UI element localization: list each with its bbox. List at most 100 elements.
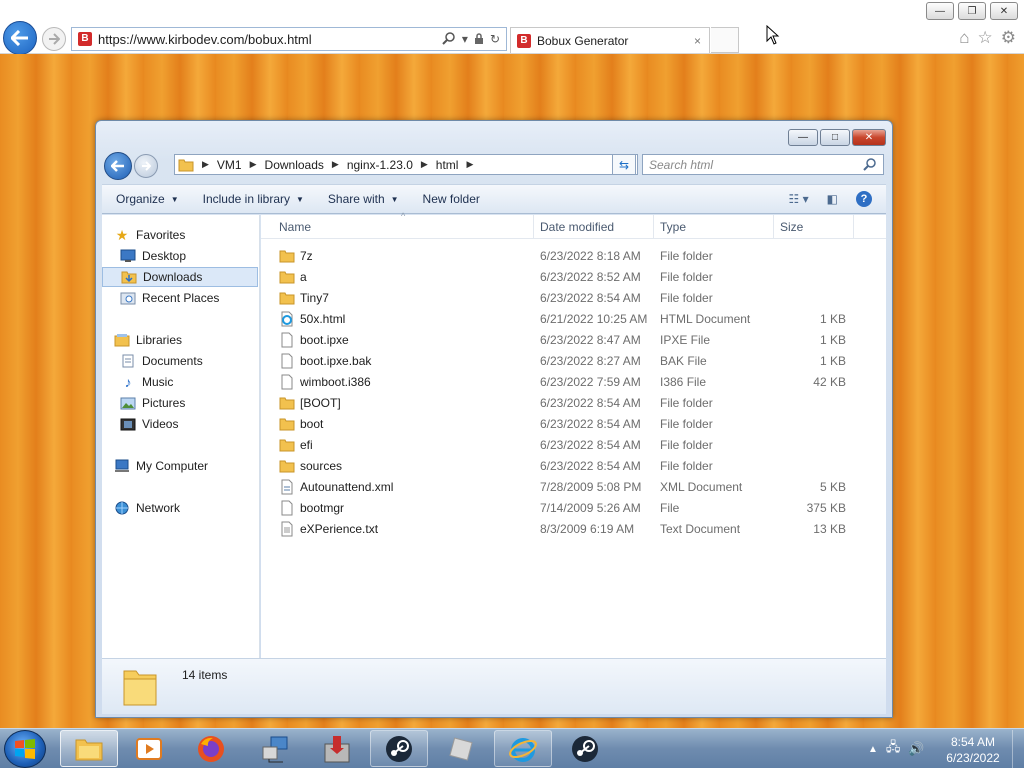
file-row[interactable]: boot.ipxe.bak 6/23/2022 8:27 AM BAK File 1 … xyxy=(261,351,886,372)
breadcrumb-item[interactable]: nginx-1.23.0 xyxy=(347,158,413,172)
help-icon[interactable]: ? xyxy=(856,191,872,207)
file-row[interactable]: 7z 6/23/2022 8:18 AM File folder xyxy=(261,246,886,267)
file-type: File folder xyxy=(660,459,713,473)
nav-my-computer[interactable]: My Computer xyxy=(102,456,258,476)
file-row[interactable]: wimboot.i386 6/23/2022 7:59 AM I386 File 42… xyxy=(261,372,886,393)
breadcrumb-item[interactable]: VM1 xyxy=(217,158,242,172)
show-desktop-button[interactable] xyxy=(1012,730,1024,768)
breadcrumb-item[interactable]: html xyxy=(436,158,459,172)
explorer-forward-button[interactable] xyxy=(134,154,158,178)
explorer-minimize-button[interactable]: — xyxy=(788,129,818,146)
pictures-icon xyxy=(120,395,136,411)
file-row[interactable]: sources 6/23/2022 8:54 AM File folder xyxy=(261,456,886,477)
navigation-pane: ★ Favorites Desktop Downloads Recent Pla… xyxy=(102,215,260,658)
arrow-left-icon xyxy=(11,30,28,46)
view-options-icon[interactable]: ☷ ▾ xyxy=(789,192,809,206)
file-name: sources xyxy=(300,459,343,473)
nav-network[interactable]: Network xyxy=(102,498,258,518)
nav-item-desktop[interactable]: Desktop xyxy=(102,246,258,266)
back-button[interactable] xyxy=(3,21,37,55)
start-button[interactable] xyxy=(4,730,46,768)
taskbar-internet-explorer[interactable] xyxy=(494,730,552,767)
breadcrumb-item[interactable]: Downloads xyxy=(265,158,324,172)
videos-icon xyxy=(120,416,136,432)
file-row[interactable]: a 6/23/2022 8:52 AM File folder xyxy=(261,267,886,288)
explorer-back-button[interactable] xyxy=(104,152,132,180)
forward-button[interactable] xyxy=(42,27,66,51)
search-input[interactable]: Search html xyxy=(642,154,884,175)
column-name[interactable]: Name xyxy=(279,220,311,234)
taskbar-firefox[interactable] xyxy=(182,730,240,767)
file-row[interactable]: 50x.html 6/21/2022 10:25 AM HTML Document 1… xyxy=(261,309,886,330)
nav-item-documents[interactable]: Documents xyxy=(102,351,258,371)
file-row[interactable]: bootmgr 7/14/2009 5:26 AM File 375 KB xyxy=(261,498,886,519)
address-url[interactable]: https://www.kirbodev.com/bobux.html xyxy=(98,32,442,47)
favorites-star-icon[interactable]: ☆ xyxy=(978,28,993,48)
clock[interactable]: 8:54 AM 6/23/2022 xyxy=(938,734,1008,766)
file-date: 7/14/2009 5:26 AM xyxy=(540,501,641,515)
settings-gear-icon[interactable]: ⚙ xyxy=(1001,28,1016,48)
column-size[interactable]: Size xyxy=(780,220,803,234)
taskbar-steam-2[interactable] xyxy=(556,730,614,767)
explorer-close-button[interactable]: ✕ xyxy=(852,129,886,146)
close-button[interactable]: ✕ xyxy=(990,2,1018,20)
folder-icon xyxy=(279,248,295,264)
large-folder-icon xyxy=(123,670,157,706)
file-row[interactable]: Tiny7 6/23/2022 8:54 AM File folder xyxy=(261,288,886,309)
preview-pane-icon[interactable]: ◧ xyxy=(827,192,838,206)
nav-favorites[interactable]: ★ Favorites xyxy=(102,225,258,245)
volume-icon[interactable]: 🔊 xyxy=(908,741,924,757)
file-row[interactable]: eXPerience.txt 8/3/2009 6:19 AM Text Docum… xyxy=(261,519,886,540)
folder-icon xyxy=(279,269,295,285)
minimize-button[interactable]: — xyxy=(926,2,954,20)
file-type: BAK File xyxy=(660,354,707,368)
taskbar-media-player[interactable] xyxy=(120,730,178,767)
file-type: I386 File xyxy=(660,375,707,389)
explorer-maximize-button[interactable]: □ xyxy=(820,129,850,146)
breadcrumb[interactable]: ▶ VM1 ▶ Downloads ▶ nginx-1.23.0 ▶ html … xyxy=(174,154,638,175)
dropdown-arrow-icon[interactable]: ▾ xyxy=(462,32,468,46)
include-in-library-button[interactable]: Include in library ▼ xyxy=(203,192,304,206)
address-bar[interactable]: B https://www.kirbodev.com/bobux.html ▾ … xyxy=(71,27,507,51)
file-row[interactable]: efi 6/23/2022 8:54 AM File folder xyxy=(261,435,886,456)
file-icon xyxy=(279,332,295,348)
tab-close-icon[interactable]: × xyxy=(694,34,701,48)
folder-icon xyxy=(279,395,295,411)
file-type: Text Document xyxy=(660,522,741,536)
refresh-button[interactable]: ⇆ xyxy=(612,154,636,175)
nav-libraries[interactable]: Libraries xyxy=(102,330,258,350)
taskbar-roblox[interactable] xyxy=(432,730,490,767)
show-hidden-icons-icon[interactable]: ▲ xyxy=(868,744,878,755)
file-type: File folder xyxy=(660,417,713,431)
file-row[interactable]: boot.ipxe 6/23/2022 8:47 AM IPXE File 1 KB xyxy=(261,330,886,351)
file-date: 6/23/2022 8:54 AM xyxy=(540,291,641,305)
taskbar-explorer[interactable] xyxy=(60,730,118,767)
search-icon[interactable] xyxy=(442,32,456,46)
nav-item-recent-places[interactable]: Recent Places xyxy=(102,288,258,308)
file-row[interactable]: [BOOT] 6/23/2022 8:54 AM File folder xyxy=(261,393,886,414)
file-icon xyxy=(279,374,295,390)
restore-button[interactable]: ❐ xyxy=(958,2,986,20)
home-icon[interactable]: ⌂ xyxy=(959,28,969,48)
new-folder-button[interactable]: New folder xyxy=(423,192,480,206)
browser-tab[interactable]: B Bobux Generator × xyxy=(510,27,710,53)
organize-button[interactable]: Organize ▼ xyxy=(116,192,179,206)
nav-item-music[interactable]: ♪ Music xyxy=(102,372,258,392)
network-status-icon[interactable]: 🖧 xyxy=(886,738,901,760)
taskbar-network-tool[interactable] xyxy=(246,730,304,767)
new-tab-button[interactable] xyxy=(711,27,739,53)
taskbar-steam[interactable] xyxy=(370,730,428,767)
refresh-icon[interactable]: ↻ xyxy=(490,32,500,46)
taskbar-installer[interactable] xyxy=(308,730,366,767)
column-type[interactable]: Type xyxy=(660,220,686,234)
lock-icon[interactable] xyxy=(474,33,484,45)
nav-item-videos[interactable]: Videos xyxy=(102,414,258,434)
explorer-window: — □ ✕ ▶ VM1 ▶ Downloads ▶ nginx-1.23.0 ▶… xyxy=(95,120,893,718)
search-icon[interactable] xyxy=(863,157,877,172)
share-with-button[interactable]: Share with ▼ xyxy=(328,192,399,206)
file-row[interactable]: boot 6/23/2022 8:54 AM File folder xyxy=(261,414,886,435)
nav-item-downloads[interactable]: Downloads xyxy=(102,267,258,287)
nav-item-pictures[interactable]: Pictures xyxy=(102,393,258,413)
column-date-modified[interactable]: Date modified xyxy=(540,220,614,234)
file-row[interactable]: Autounattend.xml 7/28/2009 5:08 PM XML Doc… xyxy=(261,477,886,498)
